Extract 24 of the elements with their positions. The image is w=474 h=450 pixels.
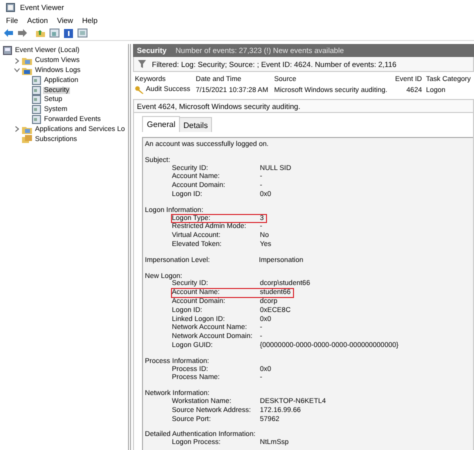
log-icon [32,76,41,85]
subscriptions-icon [22,134,32,144]
tab[interactable]: Details [179,117,212,132]
expand-chevron-icon[interactable] [14,58,20,64]
log-icon [32,95,41,104]
folder-icon [22,56,32,66]
key-icon [134,86,144,94]
panel-icon[interactable] [49,28,60,38]
log-icon [32,105,41,114]
folder-icon [22,66,32,75]
computer-log-icon [3,46,12,56]
collapse-chevron-icon[interactable] [14,67,20,74]
folder-up-icon[interactable] [35,28,46,38]
forward-arrow-icon[interactable] [17,28,28,38]
log-icon [32,114,41,124]
log-icon [32,86,41,95]
folder-icon [22,124,32,134]
help-icon[interactable] [63,28,74,38]
back-arrow-icon[interactable] [3,28,14,38]
expand-chevron-icon[interactable] [14,126,20,132]
app-icon [6,2,15,12]
panel-icon[interactable] [77,28,88,38]
tab[interactable]: General [142,116,180,132]
filter-icon [138,60,146,68]
